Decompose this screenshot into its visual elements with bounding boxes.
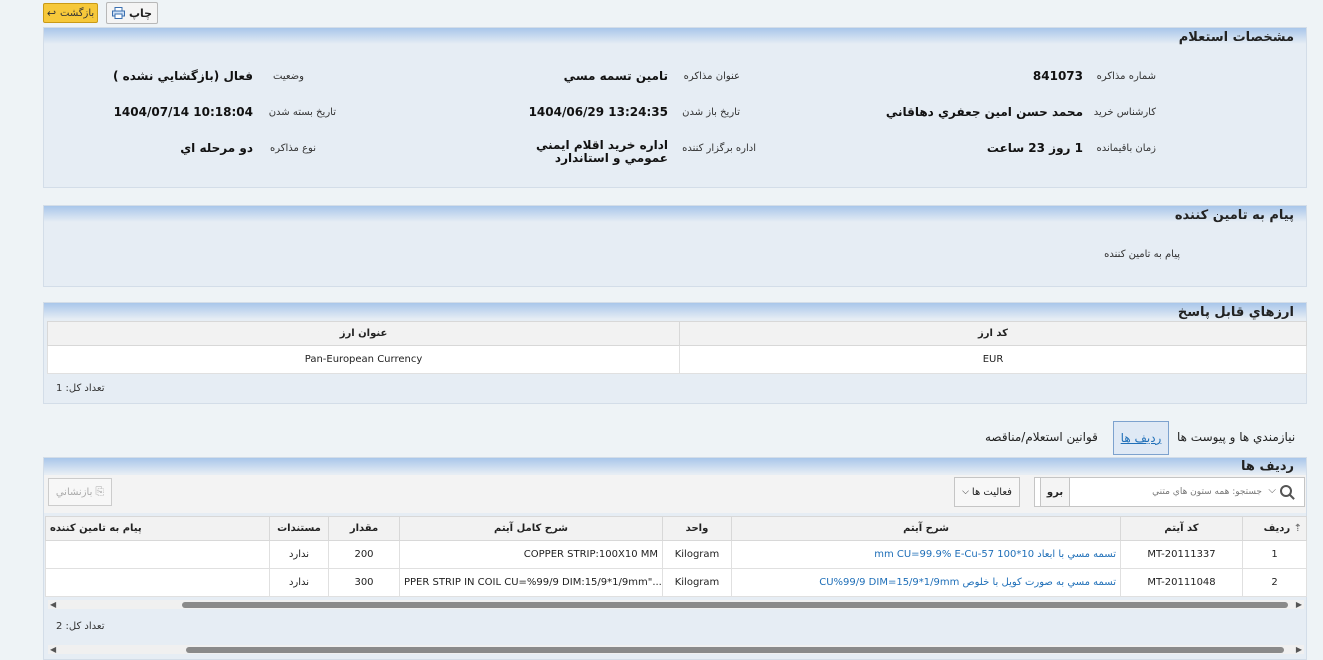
subject-value: تامين تسمه مسي: [563, 69, 668, 83]
code-cell: MT-20111337: [1120, 540, 1243, 569]
code-cell: MT-20111048: [1120, 568, 1243, 597]
header-row-label: رديف: [1263, 523, 1291, 534]
items-panel: رديف ها بازنشاني ⎘ ⌵ جستجو: همه ستون هاي…: [43, 457, 1307, 660]
chevron-down-icon: ⌵: [962, 487, 969, 497]
currencies-table: عنوان ارز کد ارز Pan-European Currency E…: [47, 321, 1307, 374]
undo-icon: ↩: [46, 6, 57, 20]
scroll-right-icon[interactable]: ▶: [1296, 645, 1302, 654]
table-scrollbar-thumb[interactable]: [182, 602, 1288, 608]
table-scrollbar[interactable]: ◀ ▶: [48, 600, 1304, 609]
panel-scrollbar[interactable]: ◀ ▶: [48, 645, 1304, 654]
unit-cell: Kilogram: [662, 568, 732, 597]
header-unit[interactable]: واحد: [662, 516, 732, 541]
items-count: تعداد کل: 2: [56, 621, 105, 632]
go-button[interactable]: برو: [1040, 477, 1070, 507]
supplier-message-title: پيام به تامين کننده: [1174, 208, 1294, 223]
message-cell: [45, 568, 270, 597]
chevron-down-icon[interactable]: ⌵: [1268, 485, 1276, 496]
row-number-cell: 2: [1242, 568, 1307, 597]
table-row[interactable]: ندارد 200 COPPER STRIP:100X10 MM Kilogra…: [45, 540, 1307, 569]
qty-cell: 300: [328, 568, 400, 597]
supplier-message-panel: پيام به تامين کننده پيام به تامين کننده: [43, 205, 1307, 287]
expert-value: محمد حسن امين جعفري دهاقاني: [885, 105, 1083, 119]
currencies-panel: ارزهاي قابل پاسخ عنوان ارز کد ارز Pan-Eu…: [43, 302, 1307, 404]
header-row[interactable]: رديف ⇡: [1242, 516, 1307, 541]
header-desc[interactable]: شرح آيتم: [731, 516, 1121, 541]
reset-button[interactable]: بازنشاني ⎘: [48, 478, 112, 506]
row-number-cell: 1: [1242, 540, 1307, 569]
actions-label: فعاليت ها: [971, 486, 1012, 498]
print-button-label: چاپ: [128, 6, 153, 20]
specs-title: مشخصات استعلام: [1178, 30, 1294, 45]
scroll-right-icon[interactable]: ▶: [1296, 600, 1302, 609]
sort-icon: ⇡: [1293, 523, 1302, 534]
header-full-desc[interactable]: شرح کامل آيتم: [399, 516, 663, 541]
specs-panel: مشخصات استعلام شماره مذاکره 841073 عنوان…: [43, 27, 1307, 188]
header-docs[interactable]: مستندات: [269, 516, 329, 541]
currencies-count: تعداد کل: 1: [56, 383, 105, 394]
desc-cell[interactable]: تسمه مسي با ابعاد 10*100 mm CU=99.9% E-C…: [731, 540, 1121, 569]
close-date-value: 1404/07/14 10:18:04: [113, 105, 253, 119]
table-row[interactable]: Pan-European Currency EUR: [47, 345, 1307, 374]
go-button-label: برو: [1046, 486, 1064, 498]
currencies-title: ارزهاي قابل پاسخ: [1177, 305, 1294, 320]
supplier-message-label: پيام به تامين کننده: [1104, 249, 1180, 260]
scroll-left-icon[interactable]: ◀: [50, 600, 56, 609]
search-input[interactable]: جستجو: همه ستون هاي متني: [1152, 487, 1262, 497]
back-button-label: بازگشت: [60, 7, 95, 19]
full-desc-cell: PPER STRIP IN COIL CU=%99/9 DIM:15/9*1/9…: [399, 568, 663, 597]
search-box[interactable]: ⌵ جستجو: همه ستون هاي متني: [1034, 477, 1305, 507]
table-row[interactable]: ندارد 300 PPER STRIP IN COIL CU=%99/9 DI…: [45, 568, 1307, 597]
full-desc-cell: COPPER STRIP:100X10 MM: [399, 540, 663, 569]
unit-cell: Kilogram: [662, 540, 732, 569]
desc-cell[interactable]: تسمه مسي به صورت کويل با خلوص CU%99/9 DI…: [731, 568, 1121, 597]
type-value: دو مرحله اي: [180, 141, 253, 155]
items-title: رديف ها: [1241, 459, 1294, 474]
currency-code-header[interactable]: کد ارز: [679, 321, 1307, 346]
dept-value: اداره خريد اقلام ايمني عمومي و استاندارد: [535, 138, 668, 165]
number-value: 841073: [1032, 69, 1083, 83]
tab-rows-label: رديف ها: [1120, 431, 1162, 445]
items-table: پيام به تامين کننده مستندات مقدار شرح کا…: [45, 516, 1307, 597]
docs-cell: ندارد: [269, 568, 329, 597]
print-button[interactable]: چاپ: [106, 2, 158, 24]
tab-rows[interactable]: رديف ها: [1113, 421, 1169, 455]
docs-cell: ندارد: [269, 540, 329, 569]
panel-scrollbar-thumb[interactable]: [186, 647, 1284, 653]
back-button[interactable]: بازگشت ↩: [43, 3, 98, 23]
reset-button-label: بازنشاني: [55, 486, 93, 498]
reset-icon: ⎘: [95, 485, 105, 498]
search-icon-handle: [1289, 494, 1295, 500]
header-message[interactable]: پيام به تامين کننده: [45, 516, 270, 541]
header-code[interactable]: کد آيتم: [1120, 516, 1243, 541]
printer-icon: [111, 7, 125, 19]
message-cell: [45, 540, 270, 569]
tab-rules[interactable]: قوانين استعلام/مناقصه: [985, 430, 1098, 444]
currency-name-header[interactable]: عنوان ارز: [47, 321, 680, 346]
actions-menu-button[interactable]: ⌵ فعاليت ها: [954, 477, 1020, 507]
header-qty[interactable]: مقدار: [328, 516, 400, 541]
currency-code-cell: EUR: [679, 345, 1307, 374]
open-date-value: 1404/06/29 13:24:35: [528, 105, 668, 119]
remaining-value: 1 روز 23 ساعت: [986, 141, 1083, 155]
status-value: فعال (بازگشايي نشده ): [112, 69, 253, 83]
currency-name-cell: Pan-European Currency: [47, 345, 680, 374]
qty-cell: 200: [328, 540, 400, 569]
scroll-left-icon[interactable]: ◀: [50, 645, 56, 654]
tab-needs[interactable]: نيازمندي ها و پيوست ها: [1177, 430, 1295, 444]
